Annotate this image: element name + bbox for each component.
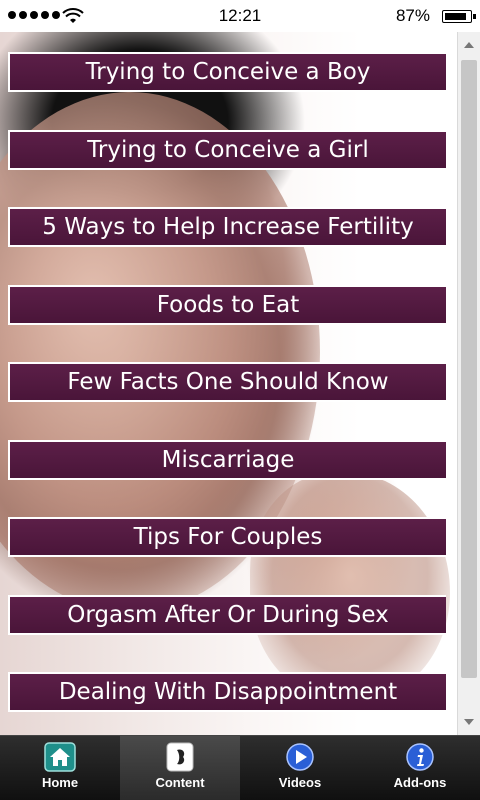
content-icon (166, 742, 194, 772)
status-bar: 12:21 87% (0, 0, 480, 32)
menu-item-conceive-girl[interactable]: Trying to Conceive a Girl (8, 130, 446, 170)
tab-add-ons[interactable]: Add-ons (360, 736, 480, 800)
tab-content[interactable]: Content (120, 736, 240, 800)
menu-item-dealing-disappointment[interactable]: Dealing With Disappointment (8, 672, 446, 712)
play-icon (286, 743, 314, 771)
tab-home[interactable]: Home (0, 736, 120, 800)
tab-videos-label: Videos (278, 775, 322, 790)
tab-home-label: Home (41, 775, 79, 790)
scroll-down-icon[interactable] (464, 719, 474, 725)
menu-item-miscarriage[interactable]: Miscarriage (8, 440, 446, 480)
menu-item-foods-to-eat[interactable]: Foods to Eat (8, 285, 446, 325)
menu-item-tips-for-couples[interactable]: Tips For Couples (8, 517, 446, 557)
tab-bar: Home Content Videos Add-ons (0, 735, 480, 800)
battery-icon (442, 10, 476, 23)
info-icon (406, 743, 434, 771)
menu-item-orgasm[interactable]: Orgasm After Or During Sex (8, 595, 446, 635)
tab-content-label: Content (155, 775, 205, 790)
scroll-up-icon[interactable] (464, 42, 474, 48)
background-photo-hands (250, 472, 450, 702)
menu-item-few-facts[interactable]: Few Facts One Should Know (8, 362, 446, 402)
scrollbar[interactable] (457, 32, 480, 735)
tab-videos[interactable]: Videos (240, 736, 360, 800)
battery-percentage: 87% (395, 6, 430, 25)
menu-item-increase-fertility[interactable]: 5 Ways to Help Increase Fertility (8, 207, 446, 247)
tab-add-ons-label: Add-ons (393, 775, 447, 790)
menu-item-conceive-boy[interactable]: Trying to Conceive a Boy (8, 52, 446, 92)
content-area: Trying to Conceive a Boy Trying to Conce… (0, 32, 480, 735)
home-icon (44, 742, 76, 772)
scrollbar-thumb[interactable] (461, 60, 477, 678)
